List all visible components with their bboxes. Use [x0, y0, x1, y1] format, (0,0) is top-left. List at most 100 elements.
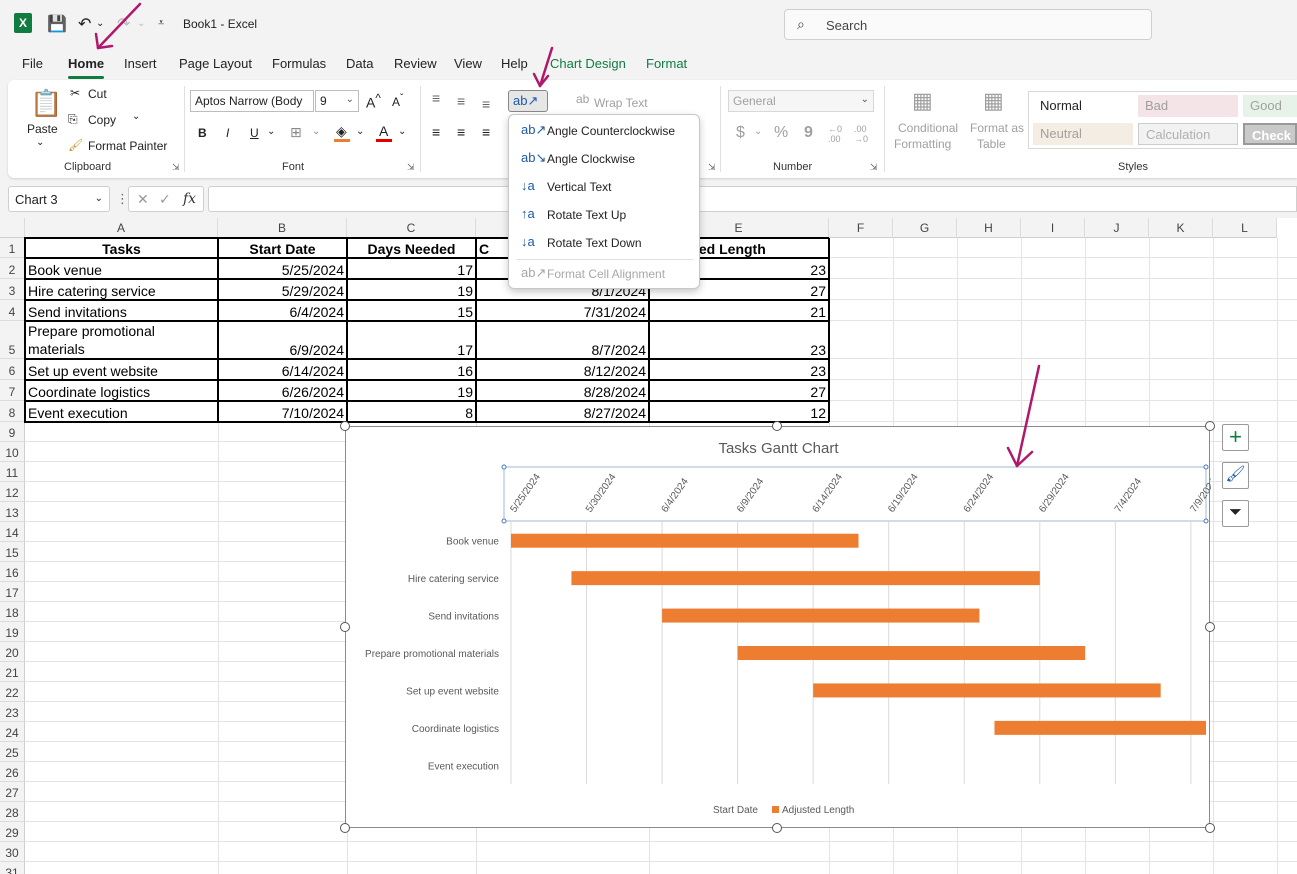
search-box[interactable]: ⌕ Search [784, 9, 1152, 40]
row-header-3[interactable]: 3 [0, 279, 25, 300]
table-cell[interactable]: 7/31/2024 [477, 300, 648, 320]
paste-button[interactable]: Paste [27, 122, 58, 136]
wrap-text-button[interactable]: Wrap Text [594, 96, 648, 110]
number-launcher-icon[interactable]: ⇲ [870, 162, 878, 173]
gantt-chart[interactable]: Tasks Gantt Chart 5/25/2024 5/30/2024 6/4/2… [345, 426, 1220, 828]
column-header-G[interactable]: G [893, 218, 957, 238]
table-cell[interactable]: 6/14/2024 [219, 359, 346, 379]
menu-item-angle-counterclockwise[interactable]: ab↗ Angle Counterclockwise [509, 117, 699, 143]
column-header-I[interactable]: I [1021, 218, 1085, 238]
table-cell[interactable]: Set up event website [26, 359, 217, 379]
wrap-text-icon[interactable]: ab [576, 92, 589, 106]
row-header-14[interactable]: 14 [0, 522, 25, 542]
increase-decimal-icon[interactable]: ←0.00 [828, 124, 842, 144]
font-launcher-icon[interactable]: ⇲ [407, 162, 415, 173]
row-header-28[interactable]: 28 [0, 802, 25, 822]
row-header-6[interactable]: 6 [0, 359, 25, 380]
percent-button[interactable]: % [774, 124, 788, 142]
comma-button[interactable]: 9 [804, 124, 813, 142]
menu-item-rotate-text-up[interactable]: ↑a Rotate Text Up [509, 201, 699, 227]
row-header-20[interactable]: 20 [0, 642, 25, 662]
table-cell[interactable]: 8 [348, 401, 475, 421]
table-cell[interactable]: 8/7/2024 [477, 321, 648, 358]
table-cell[interactable]: 6/4/2024 [219, 300, 346, 320]
select-all-corner[interactable] [0, 218, 25, 238]
table-cell[interactable]: 8/12/2024 [477, 359, 648, 379]
underline-dropdown-icon[interactable]: ⌄ [267, 126, 275, 137]
table-cell[interactable]: 17 [348, 321, 475, 358]
menu-item-vertical-text[interactable]: ↓a Vertical Text [509, 173, 699, 199]
row-header-12[interactable]: 12 [0, 482, 25, 502]
table-cell[interactable]: 6/9/2024 [219, 321, 346, 358]
row-header-10[interactable]: 10 [0, 442, 25, 462]
column-header-A[interactable]: A [25, 218, 218, 238]
style-calculation[interactable]: Calculation [1138, 123, 1238, 145]
table-cell[interactable]: Send invitations [26, 300, 217, 320]
borders-dropdown-icon[interactable]: ⌄ [312, 126, 320, 137]
conditional-formatting-label[interactable]: Conditional [898, 121, 958, 135]
tab-home[interactable]: Home [68, 56, 105, 79]
style-check-cell[interactable]: Check C [1243, 123, 1297, 145]
customize-toolbar-icon[interactable]: ⩡ [158, 17, 164, 30]
cut-button[interactable]: Cut [88, 87, 107, 101]
undo-dropdown-icon[interactable]: ⌄ [96, 18, 104, 29]
row-header-29[interactable]: 29 [0, 822, 25, 842]
table-cell[interactable]: 5/29/2024 [219, 279, 346, 299]
chart-resize-handle[interactable] [772, 421, 782, 431]
row-header-7[interactable]: 7 [0, 380, 25, 401]
column-header-C[interactable]: C [347, 218, 476, 238]
row-header-4[interactable]: 4 [0, 300, 25, 321]
save-icon[interactable]: 💾 [47, 14, 67, 34]
underline-button[interactable]: U [250, 126, 259, 140]
table-header-cell[interactable]: Days Needed [348, 238, 475, 257]
orientation-button[interactable]: ab↗ [508, 90, 548, 112]
decrease-decimal-icon[interactable]: .00 →0 [854, 124, 868, 144]
top-align-icon[interactable]: ≡ [432, 90, 440, 106]
redo-icon[interactable]: ↷ [117, 14, 130, 34]
table-cell[interactable]: Event execution [26, 401, 217, 421]
conditional-formatting-icon[interactable]: ▦ [912, 88, 933, 114]
row-header-15[interactable]: 15 [0, 542, 25, 562]
row-header-30[interactable]: 30 [0, 842, 25, 862]
chart-resize-handle[interactable] [1205, 823, 1215, 833]
style-bad[interactable]: Bad [1138, 95, 1238, 117]
row-header-17[interactable]: 17 [0, 582, 25, 602]
fill-color-dropdown-icon[interactable]: ⌄ [356, 126, 364, 137]
chart-resize-handle[interactable] [340, 421, 350, 431]
tab-insert[interactable]: Insert [124, 56, 157, 71]
borders-icon[interactable]: ⊞ [290, 124, 302, 141]
tab-file[interactable]: File [22, 56, 43, 71]
row-header-21[interactable]: 21 [0, 662, 25, 682]
style-normal[interactable]: Normal [1033, 95, 1133, 117]
clipboard-launcher-icon[interactable]: ⇲ [172, 162, 180, 173]
chart-styles-icon[interactable]: 🖌 [1222, 462, 1249, 489]
insert-function-icon[interactable]: fx [183, 191, 196, 207]
table-cell[interactable]: 19 [348, 380, 475, 400]
format-as-table-label-2[interactable]: Table [977, 137, 1006, 151]
column-header-K[interactable]: K [1149, 218, 1213, 238]
table-cell[interactable]: 19 [348, 279, 475, 299]
row-header-1[interactable]: 1 [0, 238, 25, 258]
row-header-2[interactable]: 2 [0, 258, 25, 279]
chart-filters-icon[interactable]: ⏷ [1222, 500, 1249, 527]
chart-elements-icon[interactable]: + [1222, 424, 1249, 451]
format-as-table-icon[interactable]: ▦ [983, 88, 1004, 114]
tab-view[interactable]: View [454, 56, 482, 71]
cut-icon[interactable]: ✂ [70, 86, 80, 100]
tab-data[interactable]: Data [346, 56, 373, 71]
chart-resize-handle[interactable] [772, 823, 782, 833]
row-header-5[interactable]: 5 [0, 321, 25, 359]
menu-item-format-cell-alignment[interactable]: ab↗ Format Cell Alignment [509, 260, 699, 286]
alignment-launcher-icon[interactable]: ⇲ [708, 162, 716, 173]
format-painter-button[interactable]: Format Painter [88, 139, 167, 153]
style-neutral[interactable]: Neutral [1033, 123, 1133, 145]
table-cell[interactable]: 12 [650, 401, 828, 421]
undo-icon[interactable]: ↶ [78, 14, 91, 34]
paste-icon[interactable]: 📋 [30, 88, 62, 119]
name-box[interactable]: Chart 3 ⌄ [8, 186, 110, 212]
currency-button[interactable]: $ [736, 124, 745, 142]
font-color-icon[interactable]: A [379, 123, 388, 139]
table-cell[interactable]: 8/28/2024 [477, 380, 648, 400]
chart-resize-handle[interactable] [340, 823, 350, 833]
table-cell[interactable]: 23 [650, 359, 828, 379]
